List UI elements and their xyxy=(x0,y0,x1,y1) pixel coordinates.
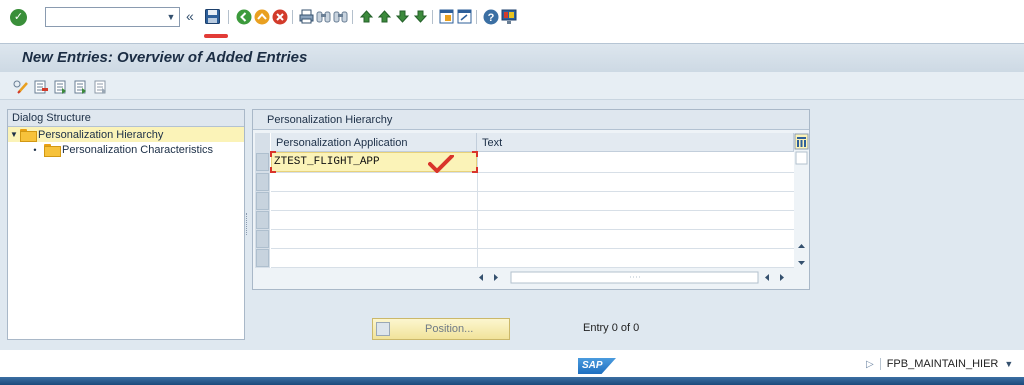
new-session-icon[interactable] xyxy=(438,8,455,25)
toolbar-separator xyxy=(352,10,353,24)
exit-icon[interactable] xyxy=(253,8,270,25)
customize-layout-icon[interactable] xyxy=(500,8,517,25)
last-page-icon[interactable] xyxy=(412,8,429,25)
position-button[interactable]: Position... xyxy=(372,318,510,340)
back-icon[interactable] xyxy=(235,8,252,25)
status-separator xyxy=(879,358,881,370)
application-cell[interactable] xyxy=(271,192,477,210)
title-bar: New Entries: Overview of Added Entries xyxy=(0,43,1024,72)
main-area: Dialog Structure ▼ Personalization Hiera… xyxy=(0,100,1024,350)
row-selector[interactable] xyxy=(256,153,269,171)
sap-logo: SAP xyxy=(578,358,616,374)
toolbar-separator xyxy=(432,10,433,24)
horizontal-scrollbar[interactable] xyxy=(473,270,789,285)
row-selector[interactable] xyxy=(256,230,269,248)
folder-open-icon xyxy=(20,129,37,142)
row-divider xyxy=(271,267,794,268)
tree-item-personalization-hierarchy[interactable]: ▼ Personalization Hierarchy xyxy=(8,127,244,142)
table-grid: Personalization Application Text ZTEST_F… xyxy=(255,133,794,268)
text-cell[interactable] xyxy=(478,192,794,210)
find-icon[interactable] xyxy=(315,8,332,25)
scroll-left-icon[interactable] xyxy=(479,274,483,281)
status-bar: SAP ▷ FPB_MAINTAIN_HIER ▼ xyxy=(0,350,1024,385)
application-input-value: ZTEST_FLIGHT_APP xyxy=(274,156,380,168)
command-field[interactable] xyxy=(45,7,180,27)
save-highlight-marker xyxy=(204,34,228,38)
row-selector[interactable] xyxy=(256,192,269,210)
folder-icon xyxy=(44,144,61,157)
panel-splitter[interactable] xyxy=(246,213,249,235)
tree-item-label: Personalization Hierarchy xyxy=(38,128,164,141)
position-icon xyxy=(376,322,390,336)
table-title: Personalization Hierarchy xyxy=(253,110,809,130)
application-cell[interactable] xyxy=(271,211,477,229)
system-toolbar: ✓ ▼ « ? xyxy=(0,0,1024,38)
double-left-icon[interactable]: « xyxy=(186,6,194,26)
focus-corner xyxy=(270,151,276,157)
tree-item-label: Personalization Characteristics xyxy=(62,143,214,156)
select-all-icon[interactable] xyxy=(52,78,69,95)
enter-icon[interactable]: ✓ xyxy=(10,9,27,26)
application-toolbar xyxy=(0,72,1024,100)
application-cell[interactable] xyxy=(271,230,477,248)
toolbar-separator xyxy=(292,10,293,24)
toolbar-separator xyxy=(228,10,229,24)
transaction-code: FPB_MAINTAIN_HIER xyxy=(886,358,999,370)
tree-item-personalization-characteristics[interactable]: • Personalization Characteristics xyxy=(8,142,244,157)
checkmark-annotation-icon xyxy=(428,155,454,173)
application-input[interactable]: ZTEST_FLIGHT_APP xyxy=(270,151,478,173)
text-cell[interactable] xyxy=(478,173,794,191)
previous-page-icon[interactable] xyxy=(376,8,393,25)
command-dropdown-icon[interactable]: ▼ xyxy=(163,8,179,26)
position-button-label: Position... xyxy=(425,323,474,335)
scroll-thumb[interactable] xyxy=(795,151,808,165)
scroll-down-icon[interactable] xyxy=(798,261,805,265)
vertical-scrollbar[interactable] xyxy=(794,133,809,268)
scroll-thumb[interactable] xyxy=(510,271,759,284)
play-icon[interactable]: ▷ xyxy=(866,359,874,370)
deselect-all-icon[interactable] xyxy=(92,78,109,95)
row-selector[interactable] xyxy=(256,249,269,267)
entry-counter: Entry 0 of 0 xyxy=(583,322,640,334)
display-change-icon[interactable] xyxy=(12,78,29,95)
column-header-text[interactable]: Text xyxy=(477,133,794,152)
table-panel: Personalization Hierarchy Personalizatio… xyxy=(252,109,810,290)
page-title: New Entries: Overview of Added Entries xyxy=(22,49,308,66)
text-cell[interactable] xyxy=(478,211,794,229)
application-cell[interactable] xyxy=(271,249,477,267)
scroll-left-icon[interactable] xyxy=(765,274,769,281)
select-block-icon[interactable] xyxy=(72,78,89,95)
chevron-down-icon[interactable]: ▼ xyxy=(1004,359,1013,369)
tree-expand-icon[interactable]: ▼ xyxy=(8,130,20,139)
scroll-right-icon[interactable] xyxy=(494,274,498,281)
delete-icon[interactable] xyxy=(32,78,49,95)
find-next-icon[interactable] xyxy=(332,8,349,25)
print-icon[interactable] xyxy=(298,8,315,25)
tree-bullet-icon: • xyxy=(33,144,37,155)
scroll-right-icon[interactable] xyxy=(780,274,784,281)
row-selector[interactable] xyxy=(256,173,269,191)
status-bar-strip xyxy=(0,377,1024,385)
svg-text:?: ? xyxy=(487,12,494,24)
first-page-icon[interactable] xyxy=(358,8,375,25)
help-icon[interactable]: ? xyxy=(482,8,499,25)
next-page-icon[interactable] xyxy=(394,8,411,25)
scroll-up-icon[interactable] xyxy=(798,244,805,248)
text-cell[interactable] xyxy=(478,152,794,172)
system-info[interactable]: ▷ FPB_MAINTAIN_HIER ▼ xyxy=(866,358,1013,370)
text-cell[interactable] xyxy=(478,249,794,267)
save-icon[interactable] xyxy=(204,8,221,25)
create-shortcut-icon[interactable] xyxy=(456,8,473,25)
toolbar-separator xyxy=(476,10,477,24)
application-cell[interactable] xyxy=(271,173,477,191)
text-cell[interactable] xyxy=(478,230,794,248)
dialog-structure-header: Dialog Structure xyxy=(8,110,244,127)
row-selector[interactable] xyxy=(256,211,269,229)
dialog-structure-panel: Dialog Structure ▼ Personalization Hiera… xyxy=(7,109,245,340)
column-header-application[interactable]: Personalization Application xyxy=(271,133,477,152)
cancel-icon[interactable] xyxy=(271,8,288,25)
